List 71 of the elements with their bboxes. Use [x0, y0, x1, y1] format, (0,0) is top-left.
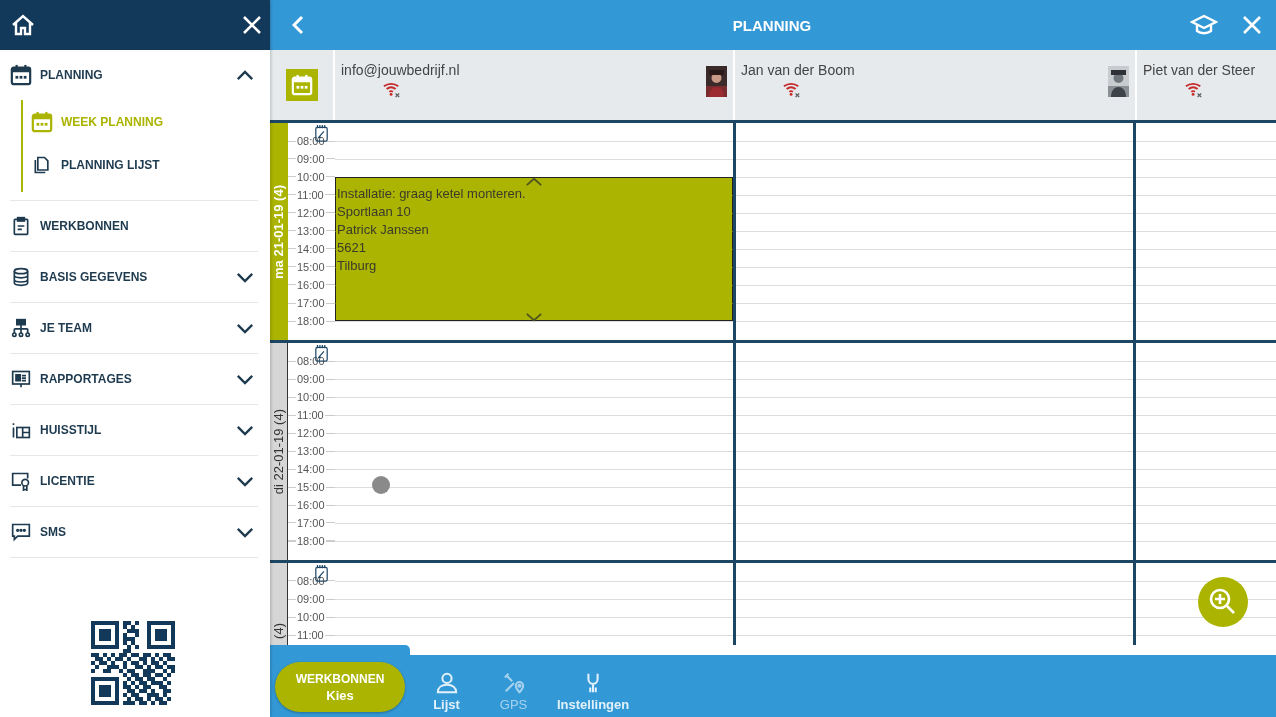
time-label: 17:00	[296, 297, 326, 309]
time-label: 13:00	[296, 225, 326, 237]
back-icon	[292, 15, 304, 35]
touch-point	[372, 476, 390, 494]
time-label: 14:00	[296, 243, 326, 255]
menu-item[interactable]: JE TEAM	[10, 303, 258, 354]
time-label: 08:00	[296, 135, 326, 147]
certificate-icon	[11, 471, 31, 491]
time-label: 11:00	[296, 629, 325, 641]
appointment-text: Tilburg	[337, 257, 377, 275]
time-label: 10:00	[296, 171, 326, 183]
time-label: 18:00	[296, 315, 326, 327]
time-label: 13:00	[296, 445, 326, 457]
menu-item[interactable]: HUISSTIJL	[10, 405, 258, 456]
time-label: 15:00	[296, 481, 326, 493]
calendar-icon	[31, 110, 53, 133]
menu-item[interactable]: PLANNING	[10, 50, 258, 100]
time-label: 17:00	[296, 517, 326, 529]
time-label: 18:00	[296, 535, 326, 547]
chat-icon	[11, 522, 31, 542]
menu-item[interactable]: BASIS GEGEVENS	[10, 252, 258, 303]
resource-name: Piet van der Steer	[1143, 62, 1256, 78]
appointment-text: Patrick Janssen	[337, 221, 429, 239]
page-title: PLANNING	[731, 16, 813, 34]
appointment-slot[interactable]	[335, 303, 733, 321]
chevron-up-icon[interactable]	[525, 177, 543, 186]
person-icon	[435, 672, 458, 694]
time-label: 15:00	[296, 261, 326, 273]
time-label: 14:00	[296, 463, 326, 475]
menu-item[interactable]: WERKBONNEN	[10, 201, 258, 252]
chevron-down-icon[interactable]	[525, 313, 543, 322]
layout-icon	[11, 420, 31, 440]
close-icon	[1242, 15, 1262, 35]
database-icon	[11, 267, 31, 287]
home-icon	[11, 13, 35, 37]
resource-name: info@jouwbedrijf.nl	[341, 62, 460, 78]
time-label: 16:00	[296, 499, 326, 511]
copy-icon	[32, 154, 52, 175]
submenu-item[interactable]: PLANNING LIJST	[23, 143, 258, 186]
time-label: 08:00	[296, 355, 326, 367]
presentation-icon	[11, 369, 31, 389]
close-icon	[242, 15, 262, 35]
day-tab[interactable]: (4)	[270, 563, 288, 645]
resource-name: Jan van der Boom	[741, 62, 855, 78]
appointment-text: 5621	[337, 239, 366, 257]
time-label: 12:00	[296, 207, 326, 219]
time-label: 16:00	[296, 279, 326, 291]
back-button[interactable]	[290, 13, 306, 37]
day-tab[interactable]: di 22-01-19 (4)	[270, 343, 288, 560]
appointment-text: Sportlaan 10	[337, 203, 411, 221]
menu-item[interactable]: SMS	[10, 507, 258, 558]
menu-item[interactable]: RAPPORTAGES	[10, 354, 258, 405]
calendar-icon	[10, 64, 32, 86]
clipboard-icon	[11, 216, 31, 236]
calendar-icon	[290, 74, 313, 96]
time-label: 11:00	[296, 189, 325, 201]
time-label: 09:00	[296, 593, 326, 605]
org-chart-icon	[11, 318, 31, 338]
time-label: 09:00	[296, 153, 326, 165]
time-label: 09:00	[296, 373, 326, 385]
menu-item[interactable]: LICENTIE	[10, 456, 258, 507]
time-label: 11:00	[296, 409, 325, 421]
time-label: 10:00	[296, 391, 326, 403]
time-label: 12:00	[296, 427, 326, 439]
tools-pin-icon	[502, 672, 525, 694]
zoom-in-button[interactable]	[1198, 577, 1248, 627]
time-label: 08:00	[296, 575, 326, 587]
calendar-button[interactable]	[285, 69, 318, 101]
graduation-cap-icon	[1190, 14, 1218, 36]
appointment-text: Installatie: graag ketel monteren.	[337, 185, 526, 203]
time-label: 10:00	[296, 611, 326, 623]
